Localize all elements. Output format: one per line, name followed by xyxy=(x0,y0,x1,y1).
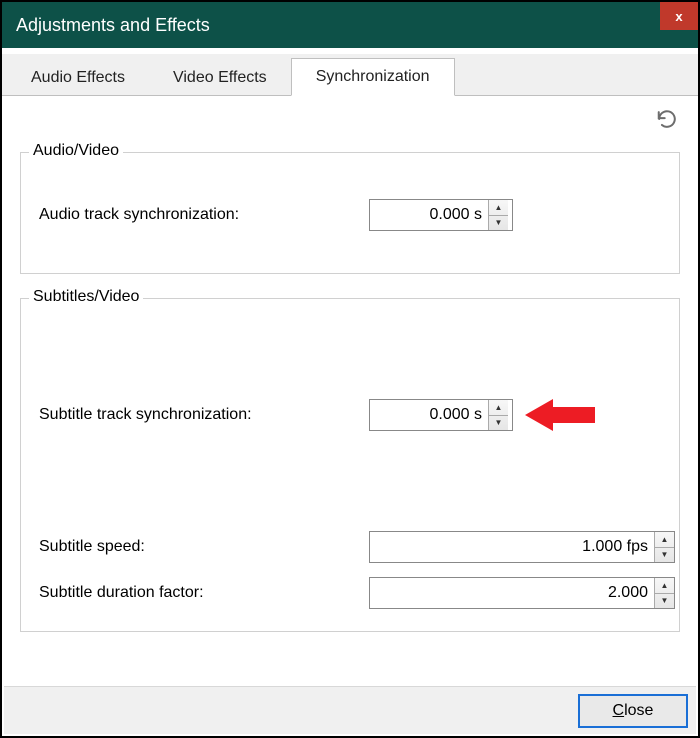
titlebar: Adjustments and Effects x xyxy=(2,2,698,48)
tab-video-effects[interactable]: Video Effects xyxy=(149,60,291,96)
audio-sync-input[interactable] xyxy=(370,200,488,230)
subtitle-sync-label: Subtitle track synchronization: xyxy=(39,406,369,424)
window-title: Adjustments and Effects xyxy=(16,15,210,36)
close-button[interactable]: Close xyxy=(578,694,688,728)
group-subtitles-video-legend: Subtitles/Video xyxy=(29,288,143,306)
spinner-down-icon[interactable]: ▼ xyxy=(655,548,674,563)
group-subtitles-video: Subtitles/Video Subtitle track synchroni… xyxy=(20,298,680,632)
subtitle-speed-spinner[interactable]: ▲ ▼ xyxy=(369,531,675,563)
audio-sync-label: Audio track synchronization: xyxy=(39,206,369,224)
spinner-down-icon[interactable]: ▼ xyxy=(655,594,674,609)
subtitle-sync-input[interactable] xyxy=(370,400,488,430)
subtitle-duration-label: Subtitle duration factor: xyxy=(39,584,369,602)
spinner-up-icon[interactable]: ▲ xyxy=(655,532,674,548)
tab-panel-synchronization: Audio/Video Audio track synchronization:… xyxy=(2,96,698,684)
subtitle-speed-label: Subtitle speed: xyxy=(39,538,369,556)
subtitle-duration-spinner[interactable]: ▲ ▼ xyxy=(369,577,675,609)
subtitle-sync-stepper[interactable]: ▲ ▼ xyxy=(488,400,508,430)
subtitle-speed-stepper[interactable]: ▲ ▼ xyxy=(654,532,674,562)
group-audio-video: Audio/Video Audio track synchronization:… xyxy=(20,152,680,274)
close-button-accel: C xyxy=(613,702,625,720)
spinner-down-icon[interactable]: ▼ xyxy=(489,216,508,231)
group-audio-video-legend: Audio/Video xyxy=(29,142,123,160)
refresh-icon[interactable] xyxy=(656,108,678,130)
annotation-arrow-icon xyxy=(525,397,595,433)
dialog-footer: Close xyxy=(4,686,696,734)
spinner-up-icon[interactable]: ▲ xyxy=(489,400,508,416)
spinner-up-icon[interactable]: ▲ xyxy=(655,578,674,594)
subtitle-duration-input[interactable] xyxy=(370,578,654,608)
spinner-down-icon[interactable]: ▼ xyxy=(489,416,508,431)
close-button-rest: lose xyxy=(624,702,653,720)
audio-sync-spinner[interactable]: ▲ ▼ xyxy=(369,199,513,231)
tab-audio-effects[interactable]: Audio Effects xyxy=(7,60,149,96)
subtitle-sync-spinner[interactable]: ▲ ▼ xyxy=(369,399,513,431)
audio-sync-stepper[interactable]: ▲ ▼ xyxy=(488,200,508,230)
subtitle-speed-input[interactable] xyxy=(370,532,654,562)
tabstrip: Audio Effects Video Effects Synchronizat… xyxy=(2,54,698,96)
window-close-button[interactable]: x xyxy=(660,2,698,30)
subtitle-duration-stepper[interactable]: ▲ ▼ xyxy=(654,578,674,608)
close-icon: x xyxy=(675,9,682,24)
tab-synchronization[interactable]: Synchronization xyxy=(291,58,455,96)
spinner-up-icon[interactable]: ▲ xyxy=(489,200,508,216)
